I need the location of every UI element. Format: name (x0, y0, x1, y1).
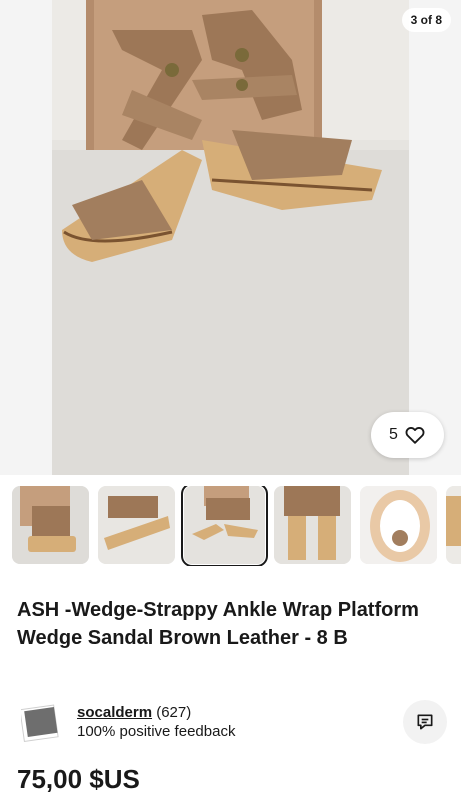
thumbnail-3[interactable] (181, 486, 268, 566)
seller-card: socalderm (627) 100% positive feedback (17, 700, 447, 750)
thumbnail-strip[interactable] (12, 486, 461, 566)
thumbnail-5[interactable] (360, 486, 437, 564)
listing-title: ASH -Wedge-Strappy Ankle Wrap Platform W… (17, 599, 419, 649)
message-icon (417, 714, 433, 730)
message-seller-button[interactable] (403, 700, 447, 744)
seller-score: (627) (156, 704, 192, 721)
thumbnail-1[interactable] (12, 486, 89, 564)
seller-avatar[interactable] (19, 703, 61, 743)
main-product-photo[interactable] (52, 0, 409, 475)
image-counter: 3 of 8 (401, 8, 451, 32)
thumbnail-6[interactable] (446, 486, 461, 564)
thumbnail-2[interactable] (98, 486, 175, 564)
seller-name-link[interactable]: socalderm (77, 704, 152, 721)
image-gallery[interactable]: 3 of 8 5 (0, 0, 461, 475)
heart-icon (405, 427, 425, 444)
seller-name-line: socalderm (627) (77, 704, 191, 721)
watch-button[interactable]: 5 (371, 412, 444, 458)
seller-feedback: 100% positive feedback (77, 723, 236, 740)
listing-price: 75,00 $US (17, 764, 140, 794)
watch-count: 5 (389, 426, 398, 443)
thumbnail-4[interactable] (274, 486, 351, 564)
